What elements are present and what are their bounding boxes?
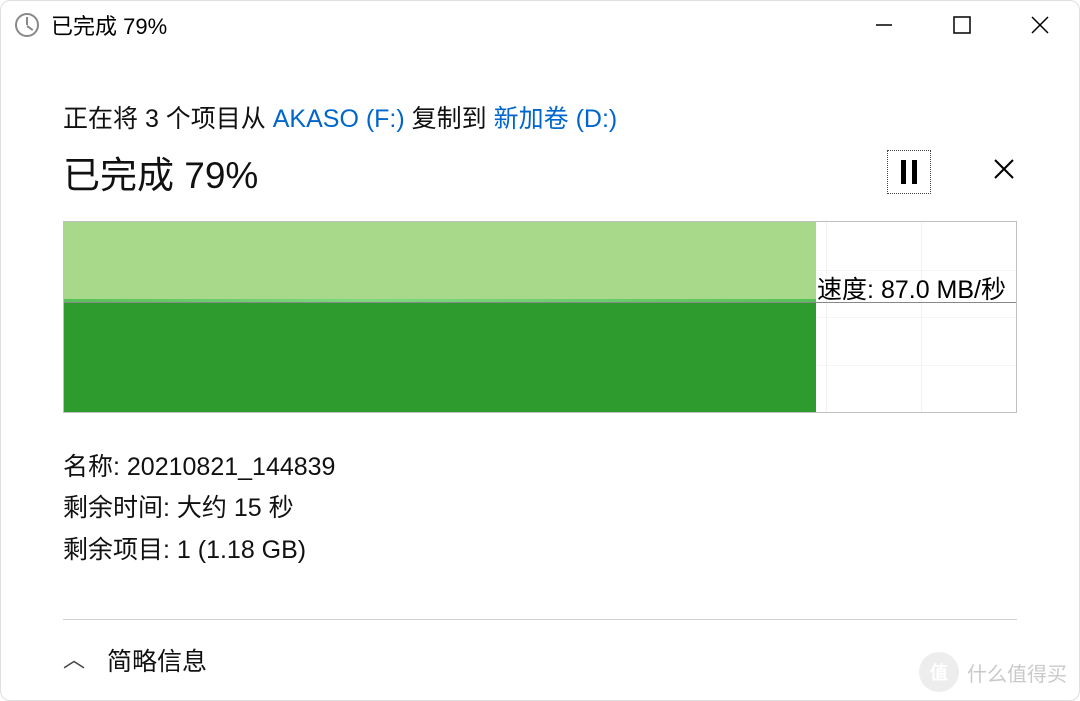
progress-status: 已完成 79% bbox=[63, 145, 258, 199]
dest-link[interactable]: 新加卷 (D:) bbox=[494, 105, 618, 133]
dialog-content: 正在将 3 个项目从 AKASO (F:) 复制到 新加卷 (D:) 已完成 7… bbox=[1, 49, 1079, 571]
speed-label-value: 87.0 MB/秒 bbox=[881, 276, 1006, 304]
detail-items-value: 1 (1.18 GB) bbox=[177, 536, 306, 564]
detail-time-value: 大约 15 秒 bbox=[177, 494, 294, 522]
detail-name: 名称: 20210821_144839 bbox=[63, 447, 1017, 488]
detail-name-label: 名称: bbox=[63, 453, 127, 481]
close-icon bbox=[1029, 14, 1051, 36]
window-title: 已完成 79% bbox=[51, 9, 167, 41]
detail-items: 剩余项目: 1 (1.18 GB) bbox=[63, 530, 1017, 571]
status-controls bbox=[887, 150, 1017, 194]
close-button[interactable] bbox=[1001, 1, 1079, 49]
source-link[interactable]: AKASO (F:) bbox=[273, 105, 405, 133]
window-controls bbox=[845, 1, 1079, 49]
transfer-speed-chart[interactable]: 速度: 87.0 MB/秒 bbox=[63, 221, 1017, 413]
copy-mid: 复制到 bbox=[405, 105, 494, 133]
watermark-text: 什么值得买 bbox=[967, 658, 1067, 687]
maximize-icon bbox=[953, 16, 971, 34]
chart-progress-fill-bottom bbox=[64, 302, 816, 412]
cancel-icon bbox=[991, 156, 1017, 182]
chevron-up-icon: ︿ bbox=[63, 642, 85, 674]
watermark-badge: 值 bbox=[919, 652, 959, 692]
detail-name-value: 20210821_144839 bbox=[127, 453, 336, 481]
copy-description: 正在将 3 个项目从 AKASO (F:) 复制到 新加卷 (D:) bbox=[63, 99, 1017, 135]
minimize-icon bbox=[873, 14, 895, 36]
details-toggle[interactable]: ︿ 简略信息 bbox=[1, 620, 1079, 678]
details-toggle-label: 简略信息 bbox=[107, 642, 207, 678]
titlebar: 已完成 79% bbox=[1, 1, 1079, 49]
status-row: 已完成 79% bbox=[63, 145, 1017, 199]
detail-items-label: 剩余项目: bbox=[63, 536, 177, 564]
detail-time-label: 剩余时间: bbox=[63, 494, 177, 522]
detail-time: 剩余时间: 大约 15 秒 bbox=[63, 488, 1017, 529]
cancel-button[interactable] bbox=[991, 156, 1017, 188]
pause-button[interactable] bbox=[887, 150, 931, 194]
watermark: 值 什么值得买 bbox=[919, 652, 1067, 692]
chart-progress-fill-top bbox=[64, 222, 816, 302]
speed-label-key: 速度: bbox=[817, 276, 881, 304]
pause-icon bbox=[901, 160, 917, 184]
speed-label: 速度: 87.0 MB/秒 bbox=[817, 270, 1006, 306]
details-block: 名称: 20210821_144839 剩余时间: 大约 15 秒 剩余项目: … bbox=[63, 447, 1017, 571]
minimize-button[interactable] bbox=[845, 1, 923, 49]
clock-icon bbox=[15, 13, 39, 37]
copy-prefix: 正在将 3 个项目从 bbox=[63, 105, 273, 133]
maximize-button[interactable] bbox=[923, 1, 1001, 49]
